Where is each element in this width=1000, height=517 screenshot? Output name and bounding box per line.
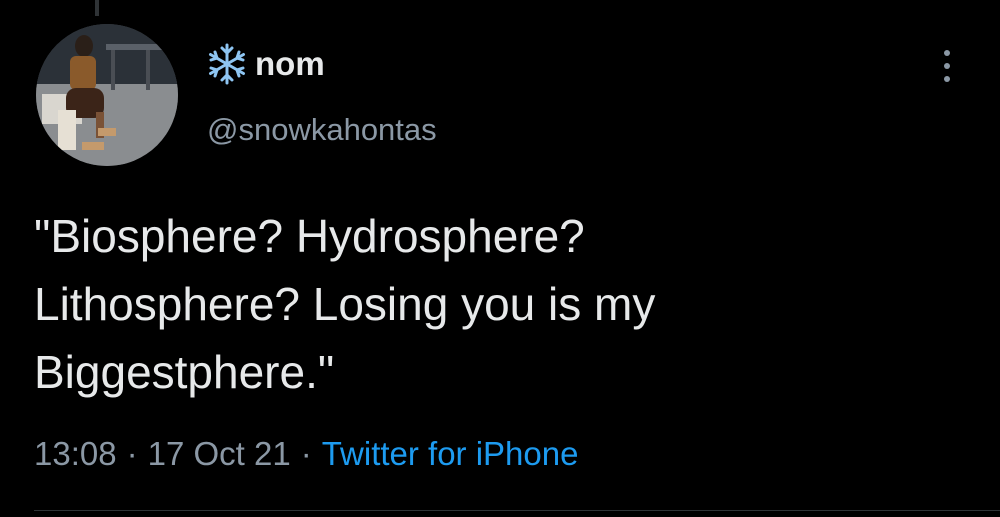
tweet: nom @snowkahontas "Biosphere? Hydrospher… (0, 0, 1000, 517)
divider (34, 510, 1000, 511)
meta-separator: · (300, 435, 312, 472)
author-handle[interactable]: @snowkahontas (207, 110, 437, 150)
avatar-photo (36, 24, 178, 166)
tweet-time[interactable]: 13:08 (34, 435, 117, 472)
more-dots-vertical-icon (944, 50, 950, 56)
more-dot (944, 63, 950, 69)
meta-separator: · (126, 435, 138, 472)
avatar[interactable] (36, 24, 178, 166)
snowflake-icon (209, 43, 245, 85)
tweet-meta: 13:08 · 17 Oct 21 · Twitter for iPhone (34, 430, 578, 478)
tweet-text: "Biosphere? Hydrosphere? Lithosphere? Lo… (34, 202, 934, 406)
tweet-text-line: Lithosphere? Losing you is my (34, 278, 656, 330)
tweet-source-link[interactable]: Twitter for iPhone (322, 435, 579, 472)
more-dot (944, 76, 950, 82)
author-display-name[interactable]: nom (205, 40, 325, 88)
tweet-text-line: "Biosphere? Hydrosphere? (34, 210, 585, 262)
display-name-text: nom (255, 45, 325, 82)
tweet-date[interactable]: 17 Oct 21 (148, 435, 291, 472)
tweet-text-line: Biggestphere." (34, 346, 335, 398)
more-options-button[interactable] (930, 45, 964, 87)
thread-connector (95, 0, 99, 16)
